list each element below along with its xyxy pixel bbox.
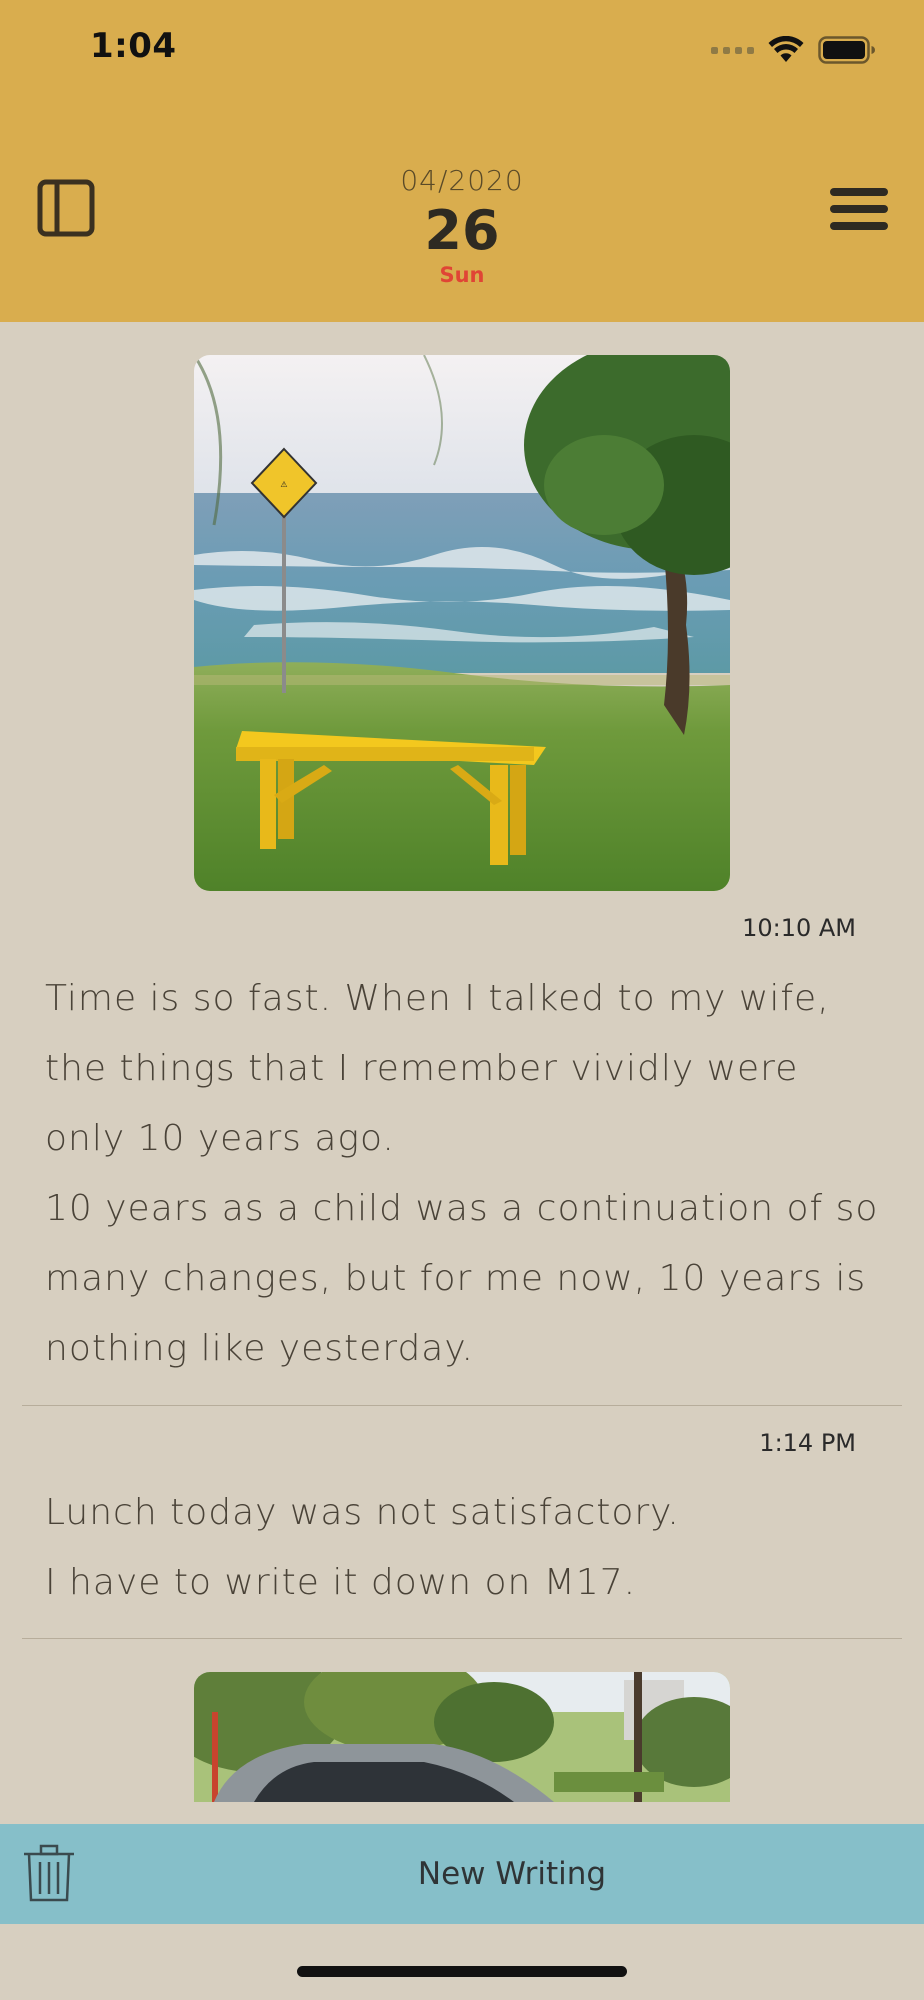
entries-list[interactable]: ⚠ 10:10 AM Time is so fast. When I talke… [0, 322, 924, 1824]
wifi-icon [768, 36, 804, 64]
entry-time: 10:10 AM [742, 914, 856, 942]
entry-text[interactable]: Lunch today was not satisfactory. I have… [45, 1478, 885, 1618]
diary-screen: 1:04 04/2020 26 Sun ⚠ 10:10 AM Time is s… [0, 0, 924, 2000]
entry-divider [22, 1638, 902, 1639]
status-icons [711, 34, 876, 66]
ocean-bench-photo[interactable]: ⚠ [194, 355, 730, 891]
entry-paragraph: Lunch today was not satisfactory. [45, 1492, 680, 1533]
month-year: 04/2020 [400, 164, 524, 197]
battery-icon [818, 36, 876, 64]
date-display: 04/2020 26 Sun [0, 160, 924, 290]
header: 1:04 04/2020 26 Sun [0, 0, 924, 322]
parked-car-photo[interactable] [194, 1672, 730, 1802]
svg-text:⚠: ⚠ [280, 480, 287, 489]
new-writing-button[interactable]: New Writing [50, 1824, 924, 1924]
day-number: 26 [424, 199, 500, 262]
entry-text[interactable]: Time is so fast. When I talked to my wif… [45, 964, 885, 1384]
entry-paragraph: Time is so fast. When I talked to my wif… [45, 978, 830, 1159]
entry-time: 1:14 PM [759, 1429, 856, 1457]
entry-divider [22, 1405, 902, 1406]
entry-paragraph: I have to write it down on M17. [45, 1562, 637, 1603]
cellular-signal-icon [711, 46, 754, 54]
bottom-bar: New Writing [0, 1824, 924, 1924]
weekday: Sun [439, 263, 485, 287]
home-indicator[interactable] [297, 1966, 627, 1977]
entry-paragraph: 10 years as a child was a continuation o… [45, 1188, 879, 1369]
status-time: 1:04 [90, 26, 177, 66]
hamburger-menu-icon[interactable] [828, 184, 890, 234]
